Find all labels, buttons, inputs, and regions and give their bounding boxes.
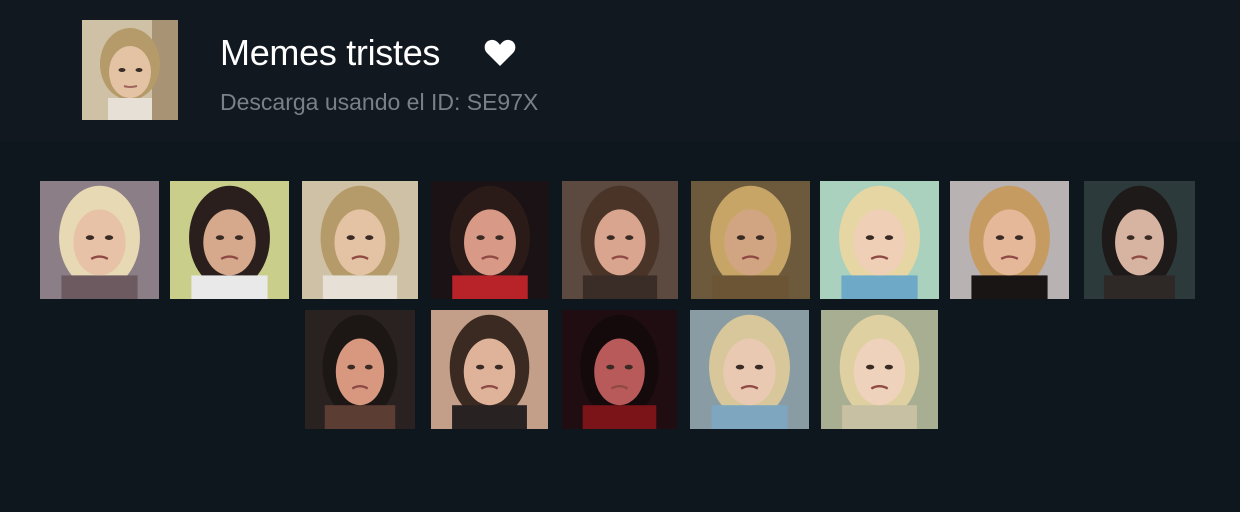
sticker-portrait	[431, 310, 548, 429]
sticker-portrait	[40, 181, 159, 299]
pack-cover-portrait	[82, 20, 178, 120]
sticker-2[interactable]	[170, 181, 289, 299]
sticker-6[interactable]	[691, 181, 810, 299]
sticker-1[interactable]	[40, 181, 159, 299]
pack-id-text: Descarga usando el ID: SE97X	[220, 89, 539, 115]
sticker-7[interactable]	[820, 181, 939, 299]
sticker-portrait	[950, 181, 1069, 299]
sticker-portrait	[562, 181, 678, 299]
sticker-portrait	[305, 310, 415, 429]
sticker-portrait	[1084, 181, 1195, 299]
heart-icon[interactable]	[482, 35, 518, 71]
sticker-10[interactable]	[305, 310, 415, 429]
sticker-3[interactable]	[302, 181, 418, 299]
sticker-12[interactable]	[562, 310, 677, 429]
sticker-portrait	[562, 310, 677, 429]
sticker-portrait	[820, 181, 939, 299]
sticker-grid	[0, 141, 1240, 512]
sticker-portrait	[821, 310, 938, 429]
sticker-5[interactable]	[562, 181, 678, 299]
pack-title: Memes tristes	[220, 32, 441, 73]
pack-cover-image	[82, 20, 178, 120]
sticker-4[interactable]	[431, 181, 549, 299]
sticker-9[interactable]	[1084, 181, 1195, 299]
sticker-portrait	[431, 181, 549, 299]
sticker-8[interactable]	[950, 181, 1069, 299]
sticker-portrait	[691, 181, 810, 299]
sticker-portrait	[302, 181, 418, 299]
pack-header: Memes tristes Descarga usando el ID: SE9…	[0, 0, 1240, 141]
sticker-11[interactable]	[431, 310, 548, 429]
sticker-portrait	[170, 181, 289, 299]
sticker-13[interactable]	[690, 310, 809, 429]
sticker-portrait	[690, 310, 809, 429]
sticker-14[interactable]	[821, 310, 938, 429]
